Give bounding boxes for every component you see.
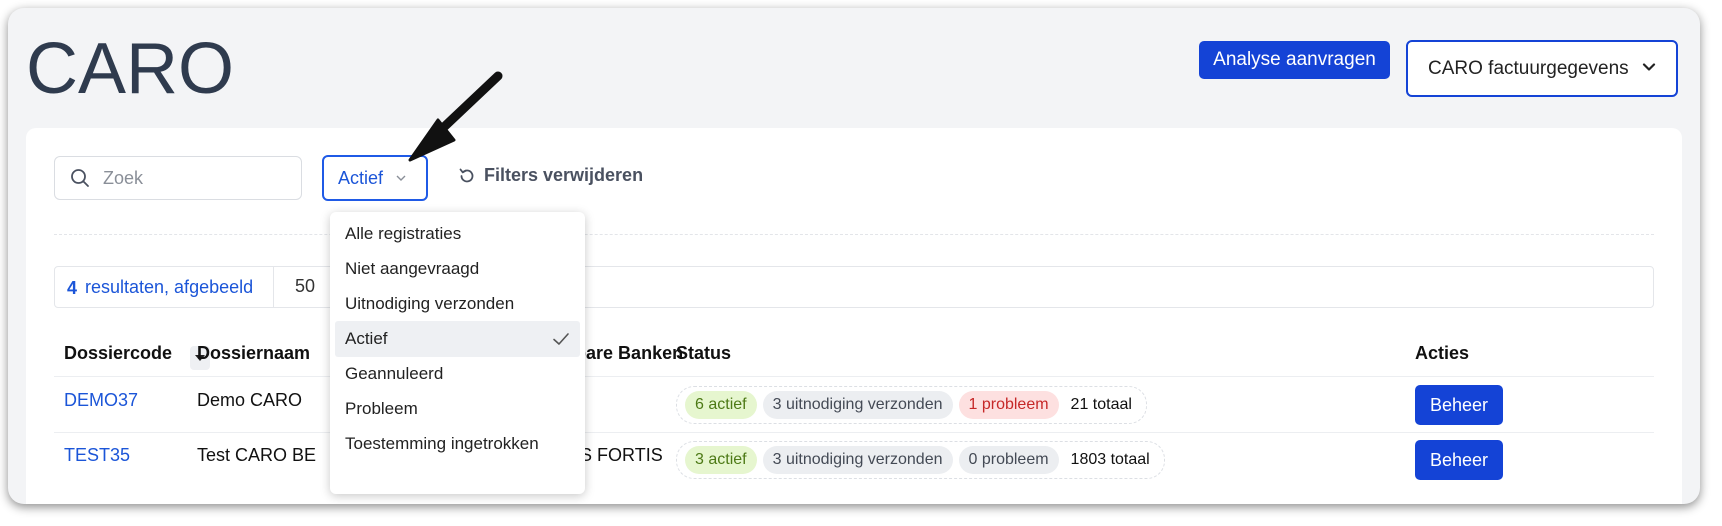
- chevron-down-icon: [1642, 63, 1656, 71]
- status-pill-active: 3 actief: [685, 446, 757, 474]
- column-header-status[interactable]: Status: [676, 343, 731, 364]
- analyse-button[interactable]: Analyse aanvragen: [1199, 41, 1390, 79]
- results-bar: 4 resultaten, afgebeeld 50: [54, 266, 1654, 308]
- account-select[interactable]: CARO factuurgegevens: [1406, 40, 1678, 97]
- manage-button[interactable]: Beheer: [1415, 440, 1503, 480]
- search-icon: [71, 169, 89, 187]
- status-pill-invited: 3 uitnodiging verzonden: [762, 391, 953, 419]
- account-select-value: CARO factuurgegevens: [1428, 57, 1629, 79]
- annotation-arrow-icon: [408, 71, 503, 162]
- row-divider: [54, 432, 1654, 433]
- status-total: 21 totaal: [1070, 396, 1132, 413]
- row-divider: [54, 376, 1654, 377]
- dossier-name: Test CARO BE: [197, 445, 317, 465]
- page-size-select[interactable]: 50: [295, 276, 315, 297]
- divider: [54, 234, 1654, 235]
- check-icon: [553, 333, 569, 345]
- status-pill-active: 6 actief: [685, 391, 757, 419]
- status-filter-dropdown: Alle registraties Niet aangevraagd Uitno…: [330, 212, 585, 494]
- status-summary: 6 actief 3 uitnodiging verzonden 1 probl…: [676, 386, 1147, 424]
- status-total: 1803 totaal: [1070, 451, 1150, 468]
- dropdown-option-label: Actief: [345, 329, 388, 348]
- status-pill-problem: 0 probleem: [958, 446, 1059, 474]
- app-window: CARO Analyse aanvragen CARO factuurgegev…: [8, 8, 1700, 504]
- results-separator: [273, 267, 274, 307]
- dropdown-option-problem[interactable]: Probleem: [335, 391, 580, 427]
- dropdown-option-not-requested[interactable]: Niet aangevraagd: [335, 251, 580, 287]
- column-header-name[interactable]: Dossiernaam: [197, 343, 310, 364]
- dropdown-option-invited[interactable]: Uitnodiging verzonden: [335, 286, 580, 322]
- dossier-code-link[interactable]: TEST35: [64, 445, 130, 466]
- dossier-code-link[interactable]: DEMO37: [64, 390, 138, 411]
- search-field[interactable]: [54, 156, 302, 200]
- search-input[interactable]: [103, 167, 283, 189]
- dossier-name: Demo CARO: [197, 390, 303, 410]
- dropdown-option-cancelled[interactable]: Geannuleerd: [335, 356, 580, 392]
- page-title: CARO: [26, 29, 235, 109]
- dropdown-option-revoked[interactable]: Toestemming ingetrokken: [335, 426, 580, 462]
- chevron-down-icon: [396, 175, 406, 181]
- status-pill-problem: 1 probleem: [958, 391, 1059, 419]
- registrations-card: Actief Filters verwijderen 4 resultaten,…: [26, 128, 1682, 504]
- manage-button[interactable]: Beheer: [1415, 385, 1503, 425]
- column-header-code[interactable]: Dossiercode: [64, 343, 172, 364]
- status-filter-value: Actief: [338, 167, 384, 188]
- dropdown-option-all[interactable]: Alle registraties: [335, 216, 580, 252]
- dropdown-option-active[interactable]: Actief: [335, 321, 580, 357]
- results-label[interactable]: resultaten, afgebeeld: [85, 277, 253, 298]
- status-pill-invited: 3 uitnodiging verzonden: [762, 446, 953, 474]
- column-header-actions: Acties: [1415, 343, 1470, 363]
- results-count: 4: [67, 278, 78, 298]
- status-summary: 3 actief 3 uitnodiging verzonden 0 probl…: [676, 441, 1165, 479]
